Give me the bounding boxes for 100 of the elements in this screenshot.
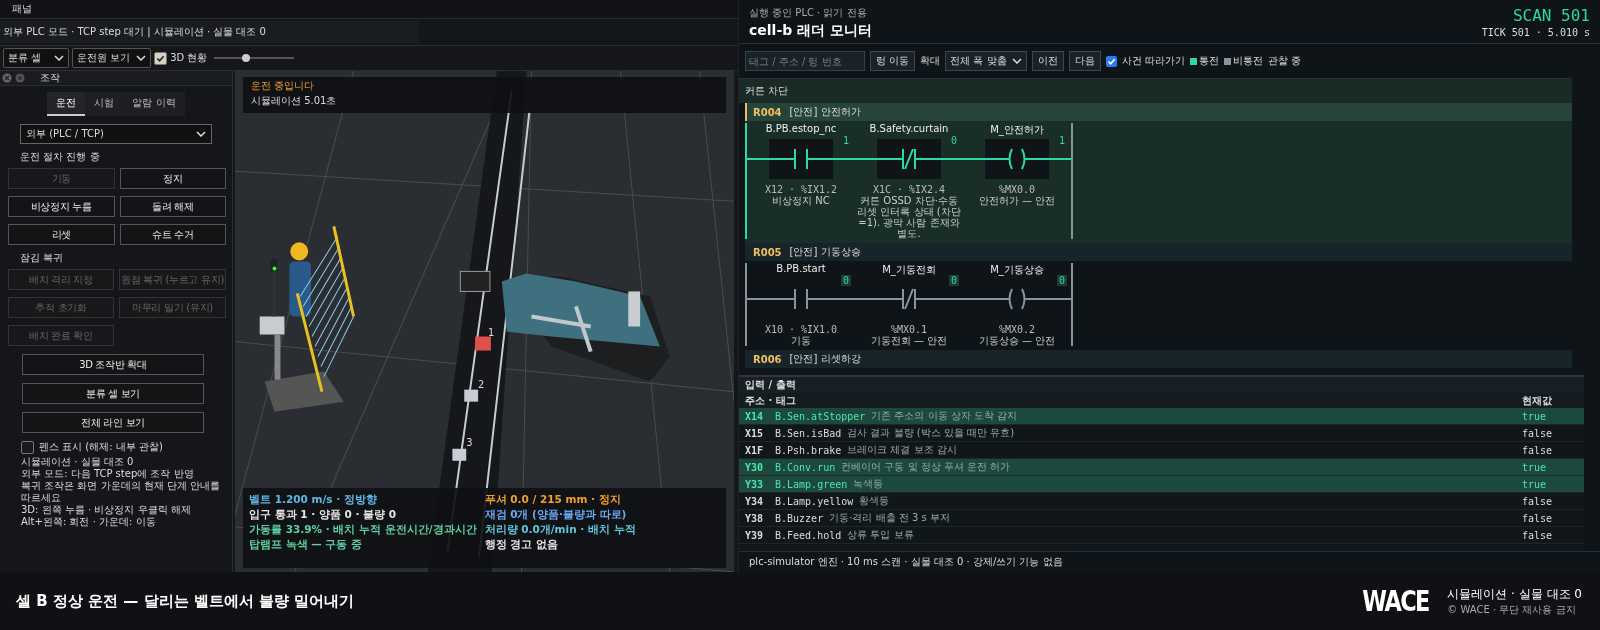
zoom-select[interactable]: 전체 폭 맞춤 [945,51,1027,71]
io-tag: B.Feed.hold [775,529,842,541]
stat-line: 벨트 1.200 m/s · 정방향 [249,492,378,507]
rung-header[interactable]: R006 [안전] 리셋하강 [745,350,1572,368]
element-note: 기동 [790,335,812,346]
close-icon[interactable] [2,73,12,83]
follow-label: 사건 따라가기 [1121,54,1185,68]
io-tag: B.Sen.atStopper [775,410,866,422]
rung-id: R006 [753,353,782,365]
next-button[interactable]: 다음 [1068,51,1101,71]
element-address: %MX0.2 [998,324,1036,335]
scan-counter: SCAN 501 [1511,6,1590,25]
control-button[interactable]: 슈트 수거 [119,224,226,245]
slider-thumb[interactable] [242,54,251,62]
io-description: 브레이크 체결 보조 감시 [847,443,957,457]
previous-button[interactable]: 이전 [1031,51,1064,71]
cell-select[interactable]: 분류 셀 [3,48,69,68]
io-value: false [1522,444,1554,456]
element-note: 비상정지 NC [771,195,831,206]
io-description: 황색등 [859,494,890,508]
element-tag: B.PB.start [776,263,826,277]
element-value: 1 [1057,135,1066,146]
element-tag: M_기동상승 [990,263,1044,277]
rung-header[interactable]: R004 [안전] 안전허가 [745,103,1572,121]
fence-label: 펜스 표시 (해제: 내부 관찰) [39,440,163,454]
rung-id: R004 [753,106,782,118]
rung-title: [안전] 기동상승 [789,245,861,259]
tick-counter: TICK 501 · 5.010 s [1481,27,1590,38]
chevron-icon [136,55,147,61]
io-row[interactable]: Y39 B.Feed.hold 상류 투입 보류 false [739,527,1584,544]
io-address: Y39 [745,529,765,541]
io-tag: B.Sen.isBad [775,427,842,439]
monitor-subtitle: 실행 중인 PLC · 읽기 전용 [749,6,868,20]
element-value: 0 [840,275,851,286]
io-tag: B.Buzzer [775,512,824,524]
stat-line: 입구 통과 1 · 양품 0 · 불량 0 [249,507,398,522]
stat-line: 행정 경고 없음 [484,537,559,552]
element-value: 0 [948,275,959,286]
panel-tab[interactable]: 알람 이력 [123,92,185,116]
io-row[interactable]: Y33 B.Lamp.green 녹색등 true [739,476,1584,493]
io-row[interactable]: X14 B.Sen.atStopper 기존 주소의 이동 상자 도착 감지 true [739,408,1584,425]
view-button[interactable]: 분류 셀 보기 [22,383,204,404]
follow-checkbox[interactable] [1105,55,1117,67]
help-note: Alt+왼쪽: 회전 · 가운데: 이동 [21,516,157,528]
io-description: 검사 결과 불량 (박스 있을 때만 유효) [847,426,1015,440]
element-note: 기동상승 — 안전 [977,335,1057,346]
copyright-note: © WACE · 무단 재사용 금지 [1447,602,1577,617]
rung-header[interactable]: R005 [안전] 기동상승 [745,243,1572,261]
help-note: 외부 모드: 다음 TCP step에 조작 반영 [21,468,195,480]
control-button[interactable]: 비상정지 누름 [8,196,115,217]
status-title: 운전 중입니다 [251,79,316,93]
show-3d-label: 3D 현황 [170,51,208,65]
io-title: 입력 / 출력 [739,377,1584,393]
element-tag: B.PB.estop_nc [765,123,837,137]
rung-title: [안전] 안전허가 [789,105,861,119]
help-note: 3D: 왼쪽 누름 · 비상정지 우클릭 해제 [21,504,192,516]
panel-tab[interactable]: 운전 [47,92,86,116]
io-row[interactable]: Y38 B.Buzzer 기동·격리 배출 전 3 s 부저 false [739,510,1584,527]
3d-viewport[interactable]: 1 2 3 운전 중입니다 시뮬레이션 5.01초 벨트 1.200 m/s · 정방향 입구 통과 1 · 양품 0 · 불량 0 가동률 33.9% · 배치 누적 운전시간/경과시간 탑램프 녹색 — 구동 중 푸셔 0.0 / 215 mm · 정지 재검 0개 (양품·불량과 따로) 처리량 0.0개/min · 배치 누적 행정 경고 없음 [235,71,734,572]
element-address: X12 · %IX1.2 [764,184,838,195]
io-value: true [1522,410,1548,422]
fence-checkbox[interactable] [21,440,34,454]
mode-banner: 외부 PLC 모드 · TCP step 대기 | 시뮬레이션 · 실물 대조 0 [0,21,418,43]
element-value: 0 [1056,275,1067,286]
goto-rung-button[interactable]: 렁 이동 [870,51,916,71]
io-row[interactable]: Y34 B.Lamp.yellow 황색등 false [739,493,1584,510]
section-heading: 운전 절차 진행 중 [20,150,101,164]
io-value: false [1522,495,1554,507]
box-number: 3 [466,436,473,448]
source-select[interactable]: 외부 (PLC / TCP) [20,124,212,144]
chevron-icon [1011,58,1022,64]
element-value: 1 [841,135,850,146]
element-tag: M_기동전회 [882,263,936,277]
search-field[interactable]: 태그 / 주소 / 렁 번호 [745,51,865,71]
control-button[interactable]: 돌려 해제 [119,196,226,217]
view-button[interactable]: 전체 라인 보기 [22,412,204,433]
control-panel-title: 조작 [40,71,60,85]
panel-title: 패널 [12,2,32,16]
element-address: %MX0.0 [998,184,1036,195]
io-value: false [1522,512,1554,524]
view-button[interactable]: 3D 조작반 확대 [22,354,204,375]
panel-tab[interactable]: 시험 [85,92,124,116]
io-address: X15 [745,427,765,439]
chevron-icon [54,55,64,61]
show-3d-checkbox[interactable] [154,51,168,65]
io-row[interactable]: Y30 B.Conv.run 컨베이어 구동 및 정상 푸셔 운전 허가 true [739,459,1584,476]
control-button[interactable]: 리셋 [8,224,115,245]
io-value: true [1522,461,1548,473]
io-value: false [1522,427,1554,439]
element-note: 안전허가 — 안전 [977,195,1057,206]
video-caption: 셀 B 정상 운전 — 달리는 벨트에서 불량 밀어내기 [16,591,355,611]
io-tag: B.Conv.run [775,461,836,473]
io-row[interactable]: X15 B.Sen.isBad 검사 결과 불량 (박스 있을 때만 유효) false [739,425,1584,442]
minimize-icon[interactable] [15,73,25,83]
control-button[interactable]: 정지 [119,168,226,189]
io-tag: B.Lamp.yellow [775,495,854,507]
stat-line: 푸셔 0.0 / 215 mm · 정지 [484,492,622,507]
stat-line: 처리량 0.0개/min · 배치 누적 [484,522,637,537]
view-select[interactable]: 운전원 보기 [72,48,152,68]
help-note: 복귀 조작은 화면 가운데의 현재 단계 안내를 따르세요 [21,480,222,504]
